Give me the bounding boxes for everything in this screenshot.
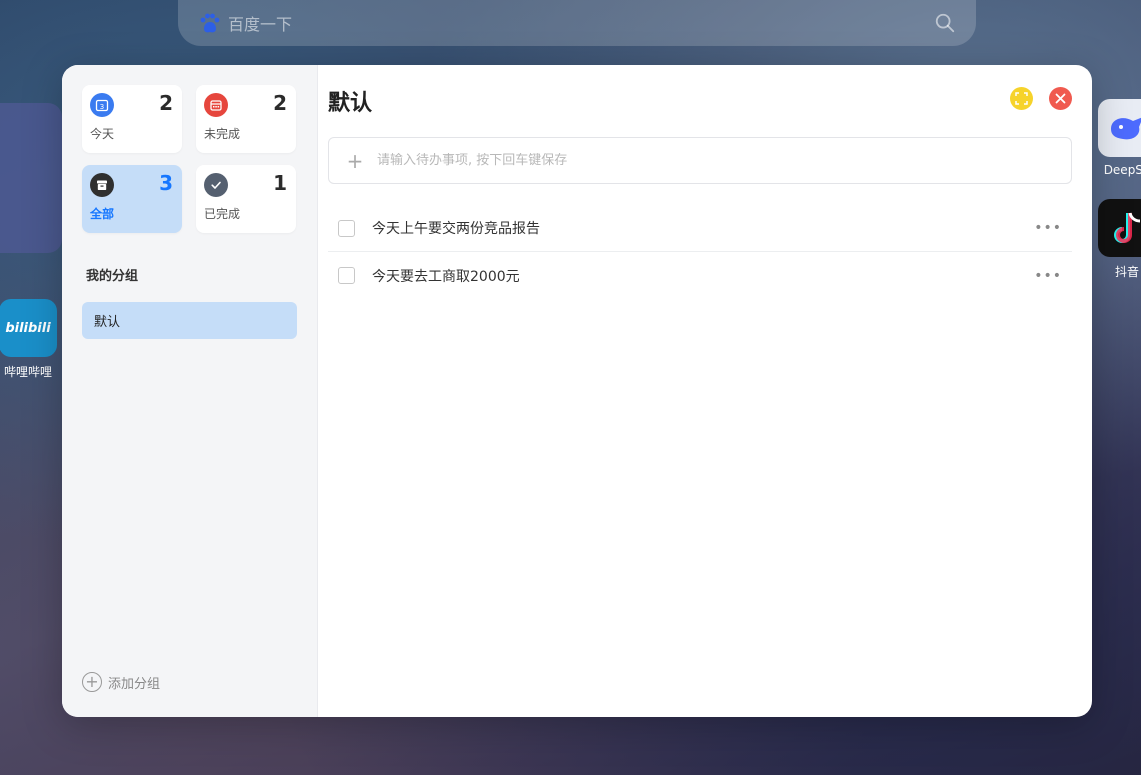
- todo-sidebar: 3 2 今天 2 未完成 3 全部 1 已完成 我的分组 默认 + 添加分组: [62, 65, 318, 717]
- desktop-icon-caption: 抖音: [1114, 265, 1139, 279]
- desktop-icon-caption: 哔哩哔哩: [3, 365, 52, 379]
- stat-count: 2: [159, 91, 173, 115]
- svg-text:3: 3: [100, 103, 104, 111]
- desktop-icon-bilibili[interactable]: bilibili 哔哩哔哩: [0, 299, 58, 380]
- stat-grid: 3 2 今天 2 未完成 3 全部 1 已完成: [82, 85, 297, 233]
- search-icon[interactable]: [934, 12, 956, 34]
- stat-label: 未完成: [204, 127, 241, 141]
- stat-label: 已完成: [204, 207, 241, 221]
- desktop-icon-deepseek[interactable]: DeepSe: [1097, 99, 1141, 177]
- more-options-icon[interactable]: •••: [1034, 220, 1062, 236]
- baidu-search-bar[interactable]: 百度一下: [178, 0, 976, 46]
- new-todo-input[interactable]: [377, 153, 1071, 168]
- stat-count: 3: [159, 171, 173, 195]
- todo-item: 今天要去工商取2000元 •••: [328, 252, 1072, 299]
- stat-card-done[interactable]: 1 已完成: [196, 165, 296, 233]
- baidu-paw-icon: [200, 13, 220, 33]
- stat-label: 全部: [90, 207, 115, 221]
- check-icon: [204, 173, 228, 197]
- add-group-label: 添加分组: [108, 676, 161, 692]
- close-button[interactable]: [1049, 87, 1072, 110]
- calendar-icon: [204, 93, 228, 117]
- todo-main: 默认 + 今天上午要交两份竞品报告 ••• 今天要去工商取2000元: [318, 65, 1092, 717]
- todo-item: 今天上午要交两份竞品报告 •••: [328, 205, 1072, 252]
- desktop-icon-caption: DeepSe: [1103, 163, 1141, 177]
- stat-card-today[interactable]: 3 2 今天: [82, 85, 182, 153]
- group-item-default[interactable]: 默认: [82, 302, 297, 339]
- stat-card-all[interactable]: 3 全部: [82, 165, 182, 233]
- todo-checkbox[interactable]: [338, 219, 355, 237]
- expand-icon: [1015, 92, 1028, 105]
- groups-title: 我的分组: [86, 269, 139, 284]
- plus-circle-icon: +: [82, 672, 102, 692]
- todo-list: 今天上午要交两份竞品报告 ••• 今天要去工商取2000元 •••: [328, 205, 1072, 299]
- calendar-icon: 3: [90, 93, 114, 117]
- desktop-side-widget: [0, 103, 62, 253]
- todo-text: 今天要去工商取2000元: [372, 268, 520, 285]
- plus-icon: +: [346, 148, 364, 173]
- bilibili-logo-icon: bilibili: [0, 299, 57, 357]
- todo-checkbox[interactable]: [338, 267, 355, 284]
- page-title: 默认: [328, 91, 373, 116]
- archive-icon: [90, 173, 114, 197]
- todo-modal: 3 2 今天 2 未完成 3 全部 1 已完成 我的分组 默认 + 添加分组 默…: [62, 65, 1092, 717]
- more-options-icon[interactable]: •••: [1034, 268, 1062, 284]
- add-group-button[interactable]: + 添加分组: [82, 672, 160, 692]
- maximize-button[interactable]: [1010, 87, 1033, 110]
- douyin-note-icon: [1098, 199, 1141, 257]
- stat-count: 1: [273, 171, 287, 195]
- stat-label: 今天: [90, 127, 115, 141]
- stat-card-incomplete[interactable]: 2 未完成: [196, 85, 296, 153]
- close-icon: [1055, 93, 1066, 104]
- todo-text: 今天上午要交两份竞品报告: [372, 221, 540, 237]
- deepseek-whale-icon: [1098, 99, 1141, 157]
- stat-count: 2: [273, 91, 287, 115]
- search-placeholder: 百度一下: [228, 15, 293, 34]
- desktop-icon-douyin[interactable]: 抖音: [1097, 199, 1141, 280]
- new-todo-input-box[interactable]: +: [328, 137, 1072, 184]
